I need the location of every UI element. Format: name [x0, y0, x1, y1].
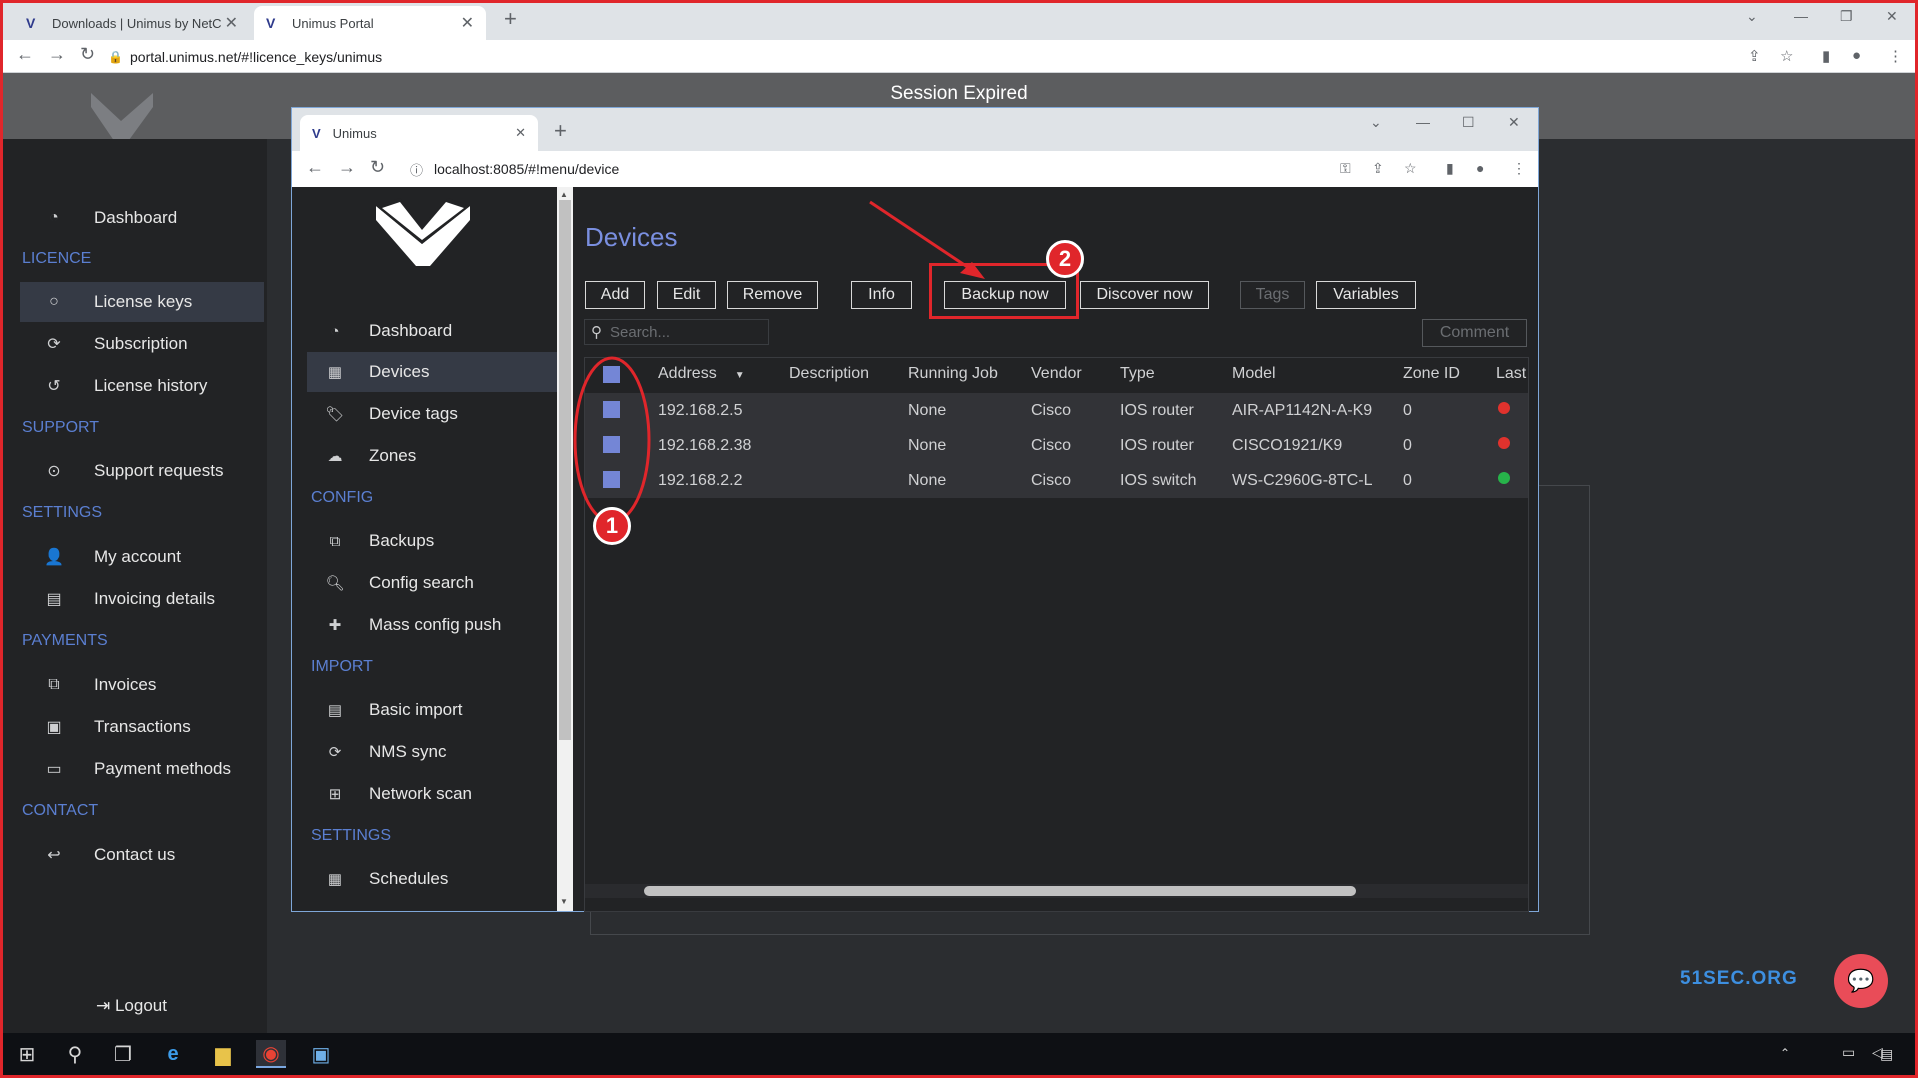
chrome-icon[interactable]: ◉	[256, 1040, 286, 1068]
annotation-arrow	[869, 200, 976, 274]
notification-icon[interactable]: ▤	[1880, 1046, 1893, 1063]
file-explorer-icon[interactable]: ▆	[208, 1040, 238, 1068]
internet-explorer-icon[interactable]: e	[158, 1040, 188, 1068]
annotation-badge-1: 1	[593, 507, 631, 545]
annotation-badge-2: 2	[1046, 240, 1084, 278]
search-icon[interactable]: ⚲	[60, 1040, 90, 1068]
task-view-icon[interactable]: ❐	[108, 1040, 138, 1068]
tray-chevron-icon[interactable]: ⌃	[1780, 1046, 1790, 1060]
windows-start-icon[interactable]: ⊞	[12, 1040, 42, 1068]
annotation-overlay	[573, 200, 985, 524]
annotation-ellipse	[573, 356, 651, 524]
windows-taskbar	[3, 1033, 1915, 1075]
remote-desktop-icon[interactable]: ▣	[306, 1040, 336, 1068]
network-icon[interactable]: ▭	[1842, 1044, 1855, 1061]
